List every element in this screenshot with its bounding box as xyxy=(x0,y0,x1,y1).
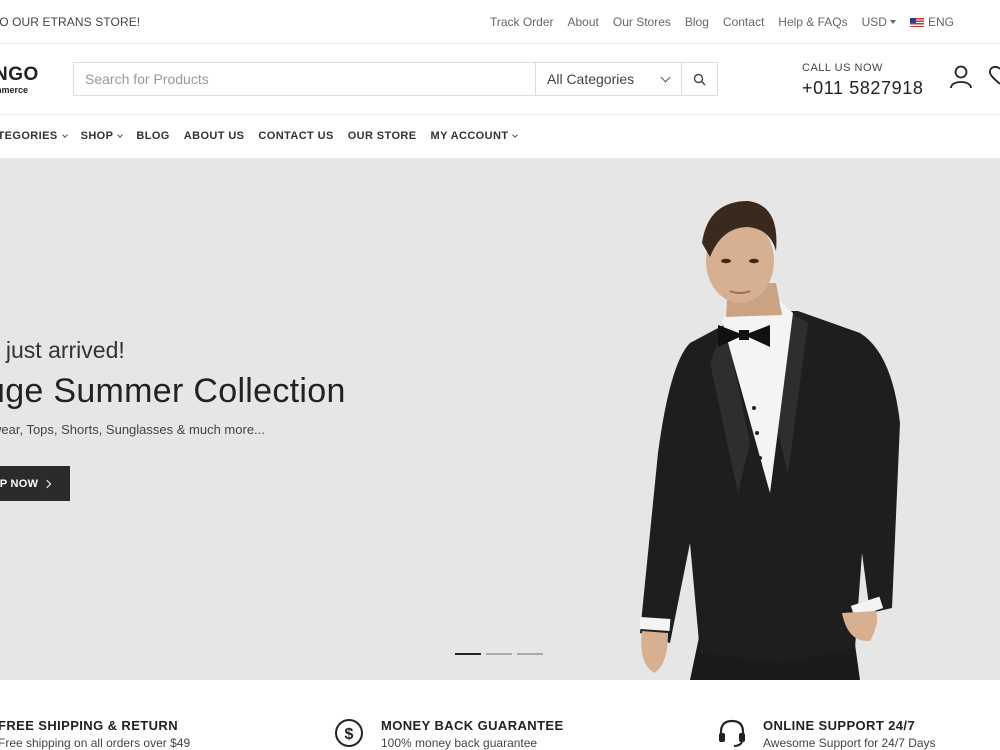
search-icon xyxy=(693,73,706,85)
nav-label: MY ACCOUNT xyxy=(430,130,509,142)
nav-label: OUR STORE xyxy=(347,130,417,142)
language-selector[interactable]: ENG xyxy=(909,15,954,29)
nav-about-us[interactable]: ABOUT US xyxy=(184,130,245,142)
hero-title: uge Summer Collection xyxy=(0,372,346,410)
nav-categories[interactable]: ATEGORIES xyxy=(0,130,68,142)
nav-label: ATEGORIES xyxy=(0,130,58,142)
nav-our-store[interactable]: OUR STORE xyxy=(348,130,417,142)
currency-selector[interactable]: USD xyxy=(862,15,896,29)
feature-title: FREE SHIPPING & RETURN xyxy=(0,718,178,733)
us-flag-icon xyxy=(909,17,924,27)
hero-slider: s just arrived! uge Summer Collection we… xyxy=(0,159,1000,680)
shop-now-label: P NOW xyxy=(0,477,39,490)
headset-support-icon xyxy=(719,719,745,747)
about-link[interactable]: About xyxy=(568,15,599,29)
user-account-icon[interactable] xyxy=(949,64,973,90)
svg-text:$: $ xyxy=(345,726,354,743)
search-input[interactable] xyxy=(74,63,535,95)
feature-title: ONLINE SUPPORT 24/7 xyxy=(763,718,916,733)
language-label: ENG xyxy=(927,15,954,29)
hero-description: wear, Tops, Shorts, Sunglasses & much mo… xyxy=(0,422,265,437)
main-navigation: ATEGORIES SHOP BLOG ABOUT US CONTACT US … xyxy=(0,114,1000,159)
chevron-down-icon xyxy=(512,131,519,138)
nav-contact-us[interactable]: CONTACT US xyxy=(258,130,333,142)
feature-online-support: ONLINE SUPPORT 24/7 Awesome Support for … xyxy=(763,718,936,750)
nav-shop[interactable]: SHOP xyxy=(80,130,124,142)
chevron-down-icon xyxy=(61,131,68,138)
logo-tagline: nmerce xyxy=(0,85,29,95)
feature-subtitle: Free shipping on all orders over $49 xyxy=(0,736,191,750)
blog-link[interactable]: Blog xyxy=(685,15,709,29)
header: NGO nmerce All Categories CALL US NOW +0… xyxy=(0,44,1000,114)
our-stores-link[interactable]: Our Stores xyxy=(613,15,671,29)
welcome-message: TO OUR ETRANS STORE! xyxy=(0,15,141,29)
model-in-tuxedo-image xyxy=(639,201,900,680)
nav-label: SHOP xyxy=(80,130,114,142)
top-links: Track Order About Our Stores Blog Contac… xyxy=(490,15,954,29)
nav-my-account[interactable]: MY ACCOUNT xyxy=(430,130,519,142)
feature-title: MONEY BACK GUARANTEE xyxy=(381,718,564,733)
currency-label: USD xyxy=(861,15,887,29)
help-faqs-link[interactable]: Help & FAQs xyxy=(778,15,847,29)
phone-number[interactable]: +011 5827918 xyxy=(802,78,923,99)
chevron-right-icon xyxy=(43,479,52,488)
slide-dot[interactable] xyxy=(517,653,543,655)
nav-label: CONTACT US xyxy=(258,130,334,142)
slide-dot[interactable] xyxy=(455,653,481,655)
top-bar: TO OUR ETRANS STORE! Track Order About O… xyxy=(0,0,1000,44)
chevron-down-icon xyxy=(117,131,124,138)
slider-pagination xyxy=(455,653,543,655)
caret-down-icon xyxy=(889,20,896,24)
chevron-down-icon xyxy=(660,72,671,82)
nav-label: BLOG xyxy=(136,130,170,142)
shop-now-button[interactable]: P NOW xyxy=(0,466,70,501)
contact-link[interactable]: Contact xyxy=(723,15,764,29)
call-us-label: CALL US NOW xyxy=(802,62,883,74)
feature-money-back: MONEY BACK GUARANTEE 100% money back gua… xyxy=(381,718,564,750)
nav-blog[interactable]: BLOG xyxy=(136,130,169,142)
search-button[interactable] xyxy=(681,63,717,95)
feature-subtitle: Awesome Support for 24/7 Days xyxy=(763,736,936,750)
track-order-link[interactable]: Track Order xyxy=(490,15,554,29)
logo[interactable]: NGO xyxy=(0,64,39,86)
dollar-circle-icon: $ xyxy=(335,719,363,747)
category-select[interactable]: All Categories xyxy=(535,63,681,95)
slide-dot[interactable] xyxy=(486,653,512,655)
features-bar: $ FREE SHIPPING & RETURN Free shipping o… xyxy=(0,680,1000,750)
hero-pretitle: s just arrived! xyxy=(0,337,125,363)
feature-free-shipping: FREE SHIPPING & RETURN Free shipping on … xyxy=(0,718,190,750)
nav-label: ABOUT US xyxy=(183,130,245,142)
search-bar: All Categories xyxy=(73,62,718,96)
feature-subtitle: 100% money back guarantee xyxy=(381,736,538,750)
category-label: All Categories xyxy=(547,71,635,87)
wishlist-heart-icon[interactable] xyxy=(987,65,1000,87)
